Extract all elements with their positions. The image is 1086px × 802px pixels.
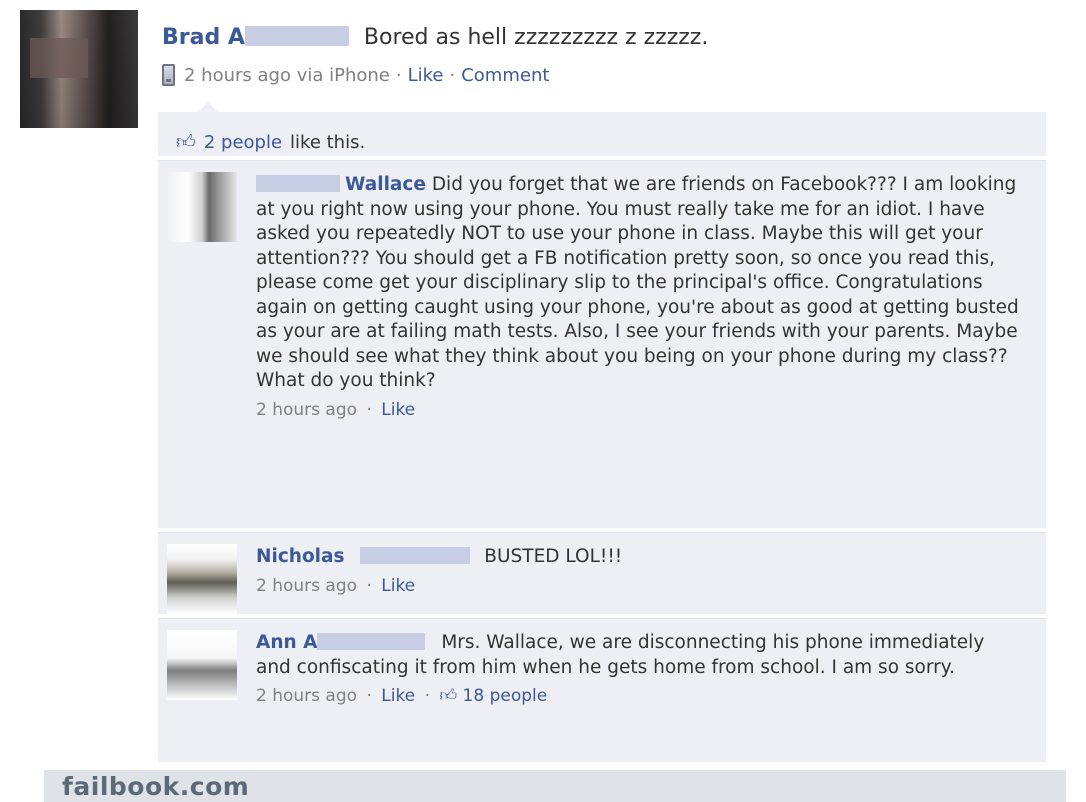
mobile-phone-icon bbox=[162, 64, 175, 86]
comment-meta: 2 hours ago · Like · 👍︎ 18 people bbox=[256, 684, 1024, 709]
comment: Nicholas BUSTED LOL!!! 2 hours ago · Lik… bbox=[158, 532, 1046, 614]
comment-meta: 2 hours ago · Like bbox=[256, 398, 1024, 423]
comment-like-link[interactable]: Like bbox=[381, 686, 415, 706]
separator: · bbox=[395, 64, 402, 86]
likes-summary: 👍︎ 2 people like this. bbox=[158, 102, 1046, 156]
separator: · bbox=[366, 399, 372, 420]
thumbs-up-icon: 👍︎ bbox=[439, 686, 458, 706]
separator: · bbox=[366, 575, 372, 596]
status-line: Brad A Bored as hell zzzzzzzzz z zzzzz. bbox=[162, 25, 708, 50]
comment-body: Wallace Did you forget that we are frien… bbox=[256, 173, 1024, 422]
commenter-avatar[interactable] bbox=[167, 630, 237, 700]
commenter-avatar[interactable] bbox=[167, 172, 237, 242]
comment-link[interactable]: Comment bbox=[461, 65, 549, 86]
poster-name[interactable]: Brad A bbox=[162, 25, 245, 50]
commenter-name[interactable]: Ann A bbox=[256, 632, 317, 653]
likers-link[interactable]: 2 people bbox=[204, 132, 282, 153]
comment-like-link[interactable]: Like bbox=[381, 400, 415, 420]
comment-body: Nicholas BUSTED LOL!!! 2 hours ago · Lik… bbox=[256, 545, 1024, 598]
redacted-surname bbox=[317, 633, 426, 650]
commenter-avatar[interactable] bbox=[167, 544, 237, 614]
likes-suffix: like this. bbox=[290, 132, 366, 153]
comment-time: 2 hours ago bbox=[256, 686, 358, 706]
comment-time: 2 hours ago bbox=[256, 575, 358, 596]
comment: Wallace Did you forget that we are frien… bbox=[158, 160, 1046, 528]
like-link[interactable]: Like bbox=[408, 65, 444, 86]
comment-meta: 2 hours ago · Like bbox=[256, 574, 1024, 599]
comment-body: Ann A Mrs. Wallace, we are disconnecting… bbox=[256, 631, 1024, 709]
comment-text: Did you forget that we are friends on Fa… bbox=[256, 174, 1019, 391]
thumbs-up-icon: 👍︎ bbox=[176, 131, 196, 153]
commenter-name[interactable]: Nicholas bbox=[256, 546, 345, 567]
redacted-firstname bbox=[256, 175, 340, 192]
comment-likes-count[interactable]: 18 people bbox=[463, 686, 548, 706]
comment-time: 2 hours ago bbox=[256, 399, 358, 420]
status-text: Bored as hell zzzzzzzzz z zzzzz. bbox=[363, 25, 709, 50]
comment: Ann A Mrs. Wallace, we are disconnecting… bbox=[158, 618, 1046, 762]
redacted-surname bbox=[360, 547, 471, 564]
redacted-surname bbox=[244, 26, 349, 46]
separator: · bbox=[449, 64, 456, 86]
comment-like-link[interactable]: Like bbox=[381, 576, 415, 596]
poster-avatar[interactable] bbox=[20, 10, 138, 128]
commenter-name[interactable]: Wallace bbox=[345, 174, 426, 195]
separator: · bbox=[366, 686, 372, 706]
post-time: 2 hours ago via iPhone bbox=[184, 64, 390, 86]
site-watermark: failbook.com bbox=[62, 772, 250, 801]
status-meta: 2 hours ago via iPhone · Like · Comment bbox=[162, 64, 549, 86]
comment-text: BUSTED LOL!!! bbox=[484, 546, 623, 567]
separator: · bbox=[424, 686, 430, 706]
